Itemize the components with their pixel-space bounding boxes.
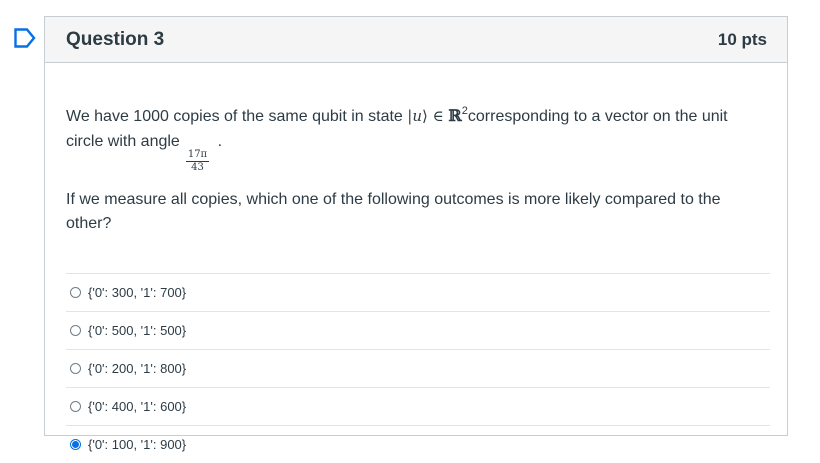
question-header: Question 3 10 pts xyxy=(45,17,787,63)
bookmark-flag-icon[interactable] xyxy=(14,28,36,48)
question-prompt: If we measure all copies, which one of t… xyxy=(66,191,721,232)
element-of-symbol: ∈ xyxy=(427,107,449,125)
question-title: Question 3 xyxy=(66,28,165,50)
answer-label-4: {'0': 400, '1': 600} xyxy=(88,399,187,414)
radio-button-3[interactable] xyxy=(70,363,81,374)
question-text-lead: We have 1000 copies of the same qubit in… xyxy=(66,108,408,125)
answer-option-1[interactable]: {'0': 300, '1': 700} xyxy=(66,274,770,312)
question-body: We have 1000 copies of the same qubit in… xyxy=(45,63,787,463)
question-card: Question 3 10 pts We have 1000 copies of… xyxy=(44,16,788,452)
answer-option-3[interactable]: {'0': 200, '1': 800} xyxy=(66,350,770,388)
angle-numerator: 17π xyxy=(185,149,210,162)
answer-option-4[interactable]: {'0': 400, '1': 600} xyxy=(66,388,770,426)
ket-variable: u xyxy=(412,107,422,125)
answer-option-5[interactable]: {'0': 100, '1': 900} xyxy=(66,426,770,463)
angle-trailing: . xyxy=(217,133,223,150)
answer-label-3: {'0': 200, '1': 800} xyxy=(88,361,187,376)
answer-label-5: {'0': 100, '1': 900} xyxy=(88,437,187,452)
radio-button-2[interactable] xyxy=(70,325,81,336)
answer-list: {'0': 300, '1': 700} {'0': 500, '1': 500… xyxy=(66,273,770,463)
radio-button-4[interactable] xyxy=(70,401,81,412)
answer-option-2[interactable]: {'0': 500, '1': 500} xyxy=(66,312,770,350)
answer-label-2: {'0': 500, '1': 500} xyxy=(88,323,187,338)
question-points: 10 pts xyxy=(717,29,767,49)
angle-fraction: 17π 43 xyxy=(185,149,210,174)
angle-denominator: 43 xyxy=(191,162,204,173)
radio-button-1[interactable] xyxy=(70,287,81,298)
question-text: We have 1000 copies of the same qubit in… xyxy=(66,103,767,174)
radio-button-5[interactable] xyxy=(70,439,81,450)
answer-label-1: {'0': 300, '1': 700} xyxy=(88,285,187,300)
real-number-symbol: ℝ xyxy=(448,106,462,125)
